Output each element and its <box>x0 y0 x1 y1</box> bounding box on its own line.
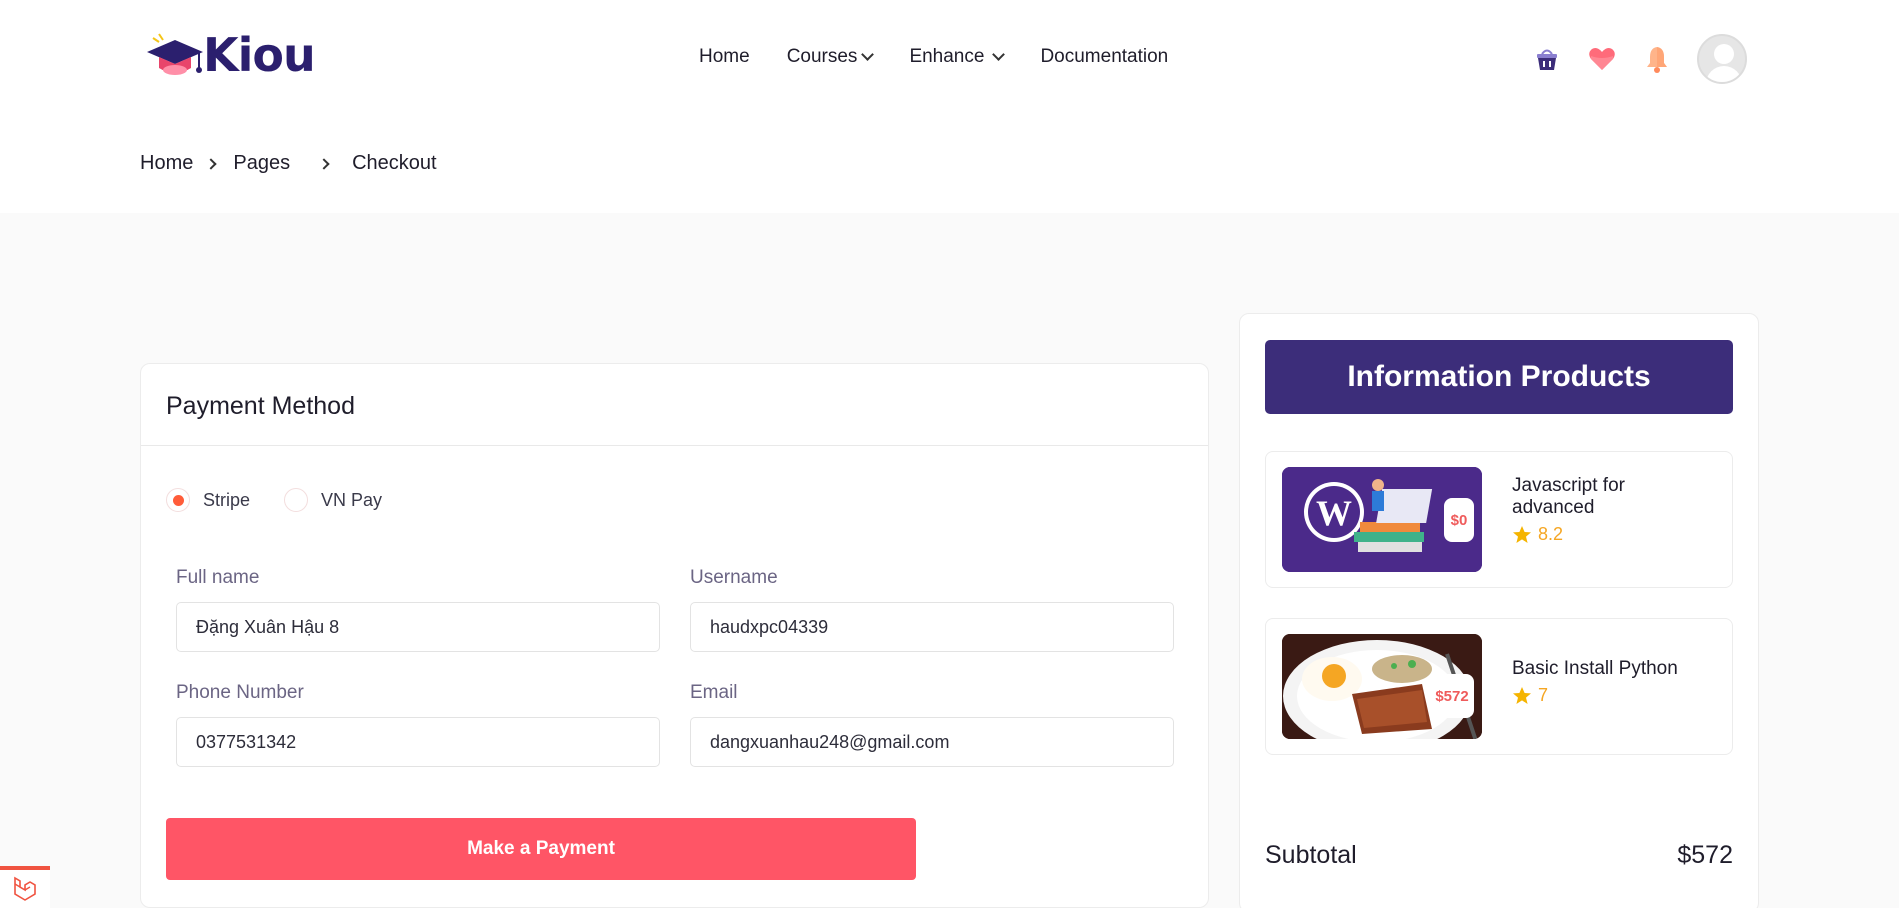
graduation-cap-icon <box>147 33 203 75</box>
subtotal-value: $572 <box>1677 841 1733 869</box>
product-rating-value: 7 <box>1538 685 1549 705</box>
nav-enhance-label: Enhance <box>909 46 985 67</box>
chevron-right-icon <box>318 157 330 170</box>
logo-text: Kiou <box>203 28 316 82</box>
chevron-right-icon <box>205 157 218 170</box>
bell-icon[interactable] <box>1640 42 1674 76</box>
stripe-label[interactable]: Stripe <box>203 490 250 511</box>
phone-number-field[interactable] <box>176 717 660 767</box>
product-name: Basic Install Python <box>1512 658 1678 679</box>
star-icon <box>1513 525 1531 543</box>
nav-home[interactable]: Home <box>699 46 750 68</box>
payment-method-card: Payment Method Stripe VN Pay Full name U… <box>140 363 1209 908</box>
divider <box>141 445 1208 446</box>
vnpay-radio[interactable] <box>284 488 309 512</box>
nav-documentation[interactable]: Documentation <box>1040 46 1168 68</box>
payment-method-title: Payment Method <box>166 392 355 420</box>
heart-icon[interactable] <box>1585 42 1619 76</box>
breadcrumb-home[interactable]: Home <box>140 152 193 175</box>
product-item[interactable]: $572 Basic Install Python 7 <box>1265 618 1733 755</box>
vnpay-label[interactable]: VN Pay <box>321 490 382 511</box>
laravel-icon[interactable] <box>0 866 50 908</box>
chevron-down-icon <box>992 47 1006 61</box>
product-price-badge: $0 <box>1444 498 1474 542</box>
nav-home-label: Home <box>699 46 750 67</box>
main-nav: Home Courses Enhance Documentation <box>699 46 1205 68</box>
nav-courses-label: Courses <box>786 46 858 67</box>
information-products-card: Information Products W $0 Javascript for… <box>1239 313 1759 908</box>
make-payment-button[interactable]: Make a Payment <box>166 818 916 880</box>
payment-method-options: Stripe VN Pay <box>166 488 416 512</box>
breadcrumb-pages[interactable]: Pages <box>233 152 290 175</box>
breadcrumb: Home Pages Checkout <box>140 152 437 175</box>
email-field[interactable] <box>690 717 1174 767</box>
breadcrumb-checkout: Checkout <box>352 152 437 174</box>
email-label: Email <box>690 682 738 703</box>
star-icon <box>1513 686 1531 704</box>
subtotal-label: Subtotal <box>1265 841 1357 869</box>
product-thumbnail: $572 <box>1282 634 1482 739</box>
nav-courses[interactable]: Courses <box>786 46 875 68</box>
header-actions <box>1530 34 1747 84</box>
full-name-field[interactable] <box>176 602 660 652</box>
product-rating-value: 8.2 <box>1538 524 1564 544</box>
full-name-label: Full name <box>176 567 260 588</box>
phone-number-label: Phone Number <box>176 682 304 703</box>
product-price-badge: $572 <box>1430 674 1474 718</box>
nav-documentation-label: Documentation <box>1040 46 1169 67</box>
basket-icon[interactable] <box>1530 42 1564 76</box>
nav-enhance[interactable]: Enhance <box>909 46 1006 68</box>
product-rating: 7 <box>1512 685 1548 706</box>
username-label: Username <box>690 567 778 588</box>
avatar[interactable] <box>1697 34 1747 84</box>
logo[interactable]: Kiou <box>145 28 316 82</box>
site-header: Kiou Home Courses Enhance Documentation <box>0 0 1899 213</box>
product-thumbnail: W $0 <box>1282 467 1482 572</box>
chevron-down-icon <box>861 47 875 61</box>
product-rating: 8.2 <box>1512 524 1563 545</box>
stripe-radio[interactable] <box>166 488 190 512</box>
svg-text:W: W <box>1316 493 1352 533</box>
product-name: Javascript for advanced <box>1512 475 1625 518</box>
product-item[interactable]: W $0 Javascript for advanced 8.2 <box>1265 451 1733 588</box>
information-products-title: Information Products <box>1265 340 1733 414</box>
username-field[interactable] <box>690 602 1174 652</box>
